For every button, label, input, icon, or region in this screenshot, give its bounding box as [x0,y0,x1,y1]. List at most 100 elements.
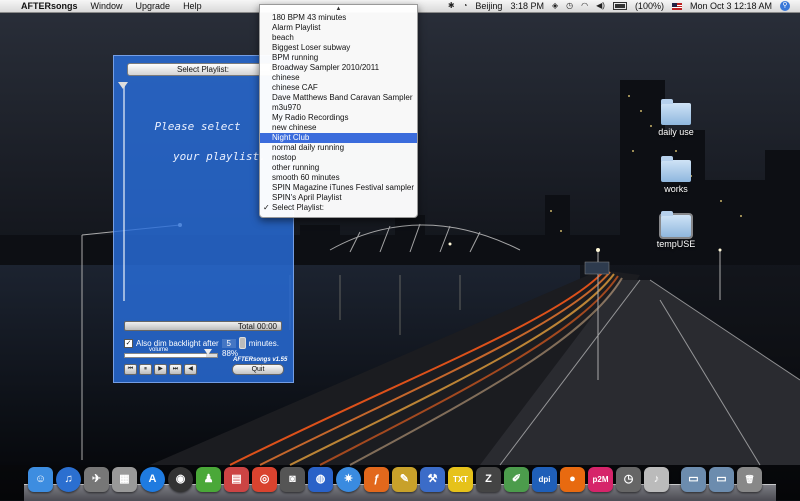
playlist-option-label: Broadway Sampler 2010/2011 [272,63,380,72]
transport-controls: ⏮ ⏸ ▶ ⏭ ◀ [124,364,197,375]
zip-icon[interactable]: Z [476,467,501,492]
music-icon[interactable]: ♪ [644,467,669,492]
quit-button[interactable]: Quit [232,364,284,375]
prompt-line-1: Please select [154,120,241,133]
input-flag-icon[interactable] [671,2,682,10]
playlist-option[interactable]: other running [260,163,417,173]
dim-backlight-checkbox[interactable]: ✓ [124,338,133,348]
progress-track[interactable] [123,86,125,301]
menu-city[interactable]: Beijing [475,0,502,12]
camera-icon[interactable]: ◙ [280,467,305,492]
dpi-icon[interactable]: dpi [532,467,557,492]
playlist-option[interactable]: Night Club [260,133,417,143]
playlist-option[interactable]: chinese [260,73,417,83]
playlist-option-label: 180 BPM 43 minutes [272,13,347,22]
menu-help[interactable]: Help [183,0,202,12]
ical-icon[interactable]: ▤ [224,467,249,492]
playlist-option[interactable]: chinese CAF [260,83,417,93]
previous-track-button[interactable]: ⏮ [124,364,137,375]
next-track-button[interactable]: ⏭ [169,364,182,375]
playlist-option[interactable]: BPM running [260,53,417,63]
playlist-option[interactable]: nostop [260,153,417,163]
dictionary-icon[interactable]: ✐ [504,467,529,492]
playlist-option-label: other running [272,163,320,172]
playlist-option-label: beach [272,33,294,42]
playlist-option[interactable]: new chinese [260,123,417,133]
playlist-option[interactable]: Biggest Loser subway [260,43,417,53]
progress-knob[interactable] [118,82,128,89]
playlist-option[interactable]: normal daily running [260,143,417,153]
burn-icon[interactable]: ● [560,467,585,492]
battery-icon[interactable] [612,2,627,10]
scroll-up-icon[interactable]: ▲ [260,5,417,13]
p2m-icon[interactable]: p2M [588,467,613,492]
playlist-option-label: Dave Matthews Band Caravan Sampler [272,93,413,102]
playlist-option-label: nostop [272,153,297,162]
firefox-icon[interactable]: ƒ [364,467,389,492]
globe-icon[interactable]: ◍ [308,467,333,492]
playlist-option[interactable]: 180 BPM 43 minutes [260,13,417,23]
playlist-option-label: BPM running [272,53,319,62]
volume-knob[interactable] [204,349,212,355]
safari-icon[interactable]: ✷ [336,467,361,492]
txt-icon[interactable]: TXT [448,467,473,492]
dim-backlight-row: ✓ Also dim backlight after 5 minutes. [124,337,279,349]
playlist-option-label: SPIN Magazine iTunes Festival sampler [272,183,414,192]
dim-minutes-stepper[interactable] [238,337,246,349]
spotlight-icon[interactable]: ⚲ [780,1,790,11]
playlist-option-label: normal daily running [272,143,345,152]
playlist-option[interactable]: Broadway Sampler 2010/2011 [260,63,417,73]
playlist-option[interactable]: My Radio Recordings [260,113,417,123]
battery-percent[interactable]: (100%) [635,0,664,12]
time-machine-icon[interactable]: ◷ [566,0,573,12]
menu-clock[interactable]: Mon Oct 3 12:18 AM [690,0,772,12]
playlist-option-label: My Radio Recordings [272,113,349,122]
launchpad-icon[interactable]: ✈ [84,467,109,492]
sync-icon[interactable]: ◈ [552,0,558,12]
pencil-icon[interactable]: ✎ [392,467,417,492]
menu-window[interactable]: Window [91,0,123,12]
downloads-stack-icon[interactable]: ▭ [709,467,734,492]
applications-stack-icon[interactable]: ▭ [681,467,706,492]
playlist-option-label: chinese [272,73,300,82]
dock: ☺ ♫ ✈ ▦ A ◉ ♟ ▤ ◎ ◙ ◍ ✷ ƒ ✎ ⚒ TXT Z ✐ dpi ● p2M ◷ ♪ ▭ ▭ 🗑 [28,462,762,492]
folder-tempuse[interactable]: tempUSE [646,211,706,249]
playlist-option[interactable]: Dave Matthews Band Caravan Sampler [260,93,417,103]
wifi-icon[interactable]: ◠ [581,0,588,12]
playlist-option[interactable]: Alarm Playlist [260,23,417,33]
menu-city-time[interactable]: 3:18 PM [510,0,544,12]
folder-daily-use[interactable]: daily use [646,99,706,137]
menu-upgrade[interactable]: Upgrade [136,0,171,12]
finder-icon[interactable]: ☺ [28,467,53,492]
playlist-option-label: chinese CAF [272,83,318,92]
calendar-icon[interactable]: ▦ [112,467,137,492]
messenger-icon[interactable]: ♟ [196,467,221,492]
world-clock-icon[interactable]: ◔ [463,0,468,12]
folder-label: daily use [658,127,694,137]
app-store-icon[interactable]: A [140,467,165,492]
folder-works[interactable]: works [646,156,706,194]
rewind-button[interactable]: ◀ [184,364,197,375]
playlist-option-label: new chinese [272,123,317,132]
trash-icon[interactable]: 🗑 [737,467,762,492]
playlist-option[interactable]: m3u970 [260,103,417,113]
dashboard-icon[interactable]: ◉ [168,467,193,492]
pause-button[interactable]: ⏸ [139,364,152,375]
chrome-icon[interactable]: ◎ [252,467,277,492]
playlist-select-label: Select Playlist: [176,65,230,74]
bluetooth-icon[interactable]: ✱ [448,0,455,12]
xcode-icon[interactable]: ⚒ [420,467,445,492]
playlist-option[interactable]: SPIN's April Playlist [260,193,417,203]
dim-minutes-field[interactable]: 5 [221,338,236,348]
clock-icon[interactable]: ◷ [616,467,641,492]
dim-minutes-unit: minutes. [248,338,279,348]
playlist-option[interactable]: ✓ Select Playlist: [260,203,417,213]
playlist-select[interactable]: Select Playlist: ⇕ [127,63,279,76]
menu-app-name[interactable]: AFTERsongs [21,0,78,12]
volume-icon[interactable]: ◀) [596,0,605,12]
playlist-option[interactable]: smooth 60 minutes [260,173,417,183]
itunes-icon[interactable]: ♫ [56,467,81,492]
playlist-option[interactable]: beach [260,33,417,43]
playlist-option[interactable]: SPIN Magazine iTunes Festival sampler [260,183,417,193]
play-button[interactable]: ▶ [154,364,167,375]
